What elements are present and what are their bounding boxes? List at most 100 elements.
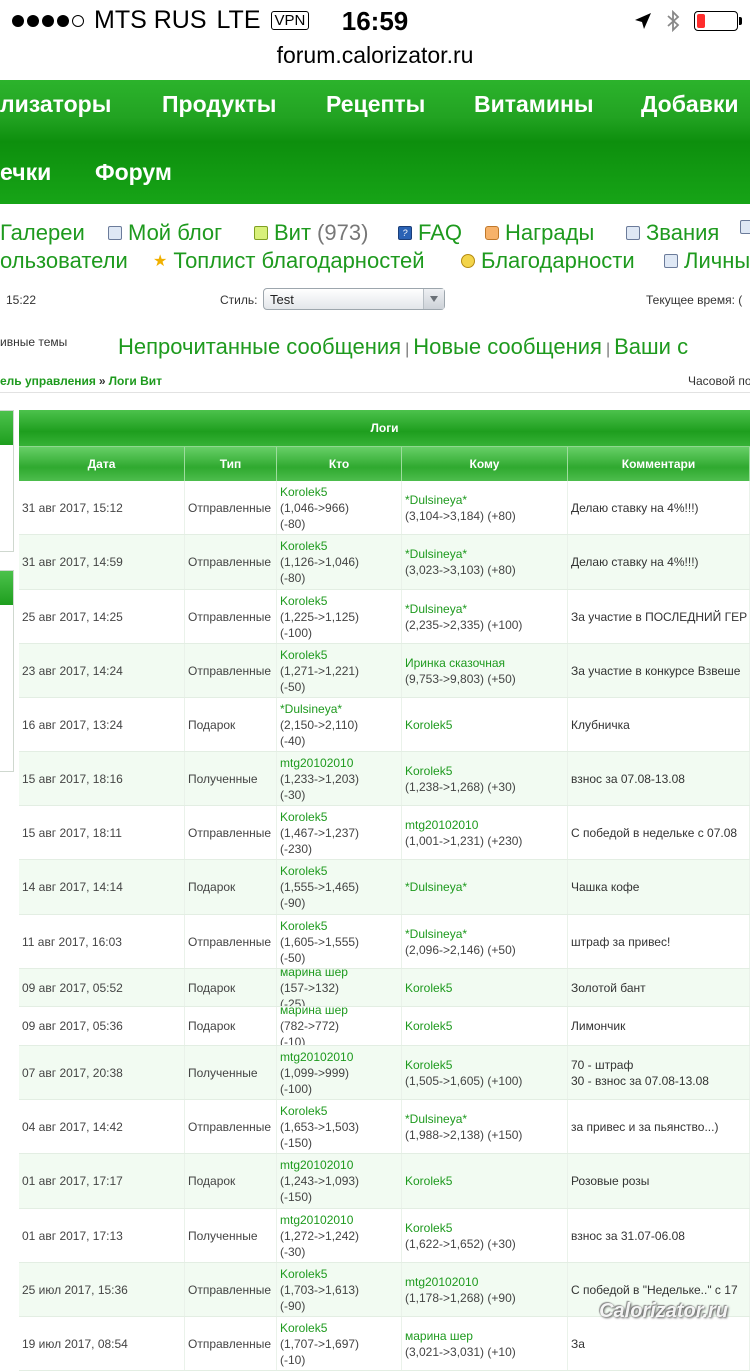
main-nav: лизаторы Продукты Рецепты Витамины Добав… (0, 80, 750, 204)
from-user-link[interactable]: Korolek5 (280, 809, 398, 825)
from-user-link[interactable]: Korolek5 (280, 863, 398, 879)
to-user-link[interactable]: *Dulsineya* (405, 879, 564, 895)
header-type[interactable]: Тип (185, 447, 277, 481)
to-user-link[interactable]: Korolek5 (405, 763, 564, 779)
from-user-link[interactable]: mtg20102010 (280, 1049, 398, 1065)
unread-posts-link[interactable]: Непрочитанные сообщения (118, 334, 401, 359)
nav-item-products[interactable]: Продукты (162, 91, 276, 118)
comment-text: За (571, 1336, 585, 1351)
to-user-link[interactable]: *Dulsineya* (405, 926, 564, 942)
breadcrumb-control-panel[interactable]: ель управления (0, 374, 96, 388)
cell-to: *Dulsineya* (2,096->2,146) (+50) (402, 915, 568, 968)
link-vit[interactable]: Вит (973) (254, 220, 368, 246)
from-user-link[interactable]: Korolek5 (280, 538, 398, 554)
from-user-link[interactable]: mtg20102010 (280, 755, 398, 771)
link-label: Звания (646, 220, 720, 245)
header-date[interactable]: Дата (19, 447, 185, 481)
nav-item-forum[interactable]: Форум (95, 159, 172, 186)
table-row: 04 авг 2017, 14:42 Отправленные Korolek5 (1… (19, 1100, 750, 1154)
link-toplist[interactable]: ★ Топлист благодарностей (153, 248, 425, 274)
header-comment[interactable]: Комментари (568, 447, 750, 481)
breadcrumb-vit-logs[interactable]: Логи Вит (109, 374, 162, 388)
from-user-link[interactable]: марина шер (280, 1007, 398, 1018)
header-to[interactable]: Кому (402, 447, 568, 481)
link-label: Мой блог (128, 220, 223, 245)
to-delta: (9,753->9,803) (+50) (405, 671, 516, 686)
cell-comment: взнос за 31.07-06.08 (568, 1209, 750, 1262)
to-user-link[interactable]: *Dulsineya* (405, 601, 564, 617)
ranks-icon (626, 226, 640, 240)
from-delta: (1,272->1,242) (-30) (280, 1228, 360, 1259)
to-user-link[interactable]: Korolek5 (405, 1220, 564, 1236)
to-user-link[interactable]: mtg20102010 (405, 817, 564, 833)
link-personal[interactable]: Личны (664, 248, 750, 274)
type-text: Полученные (188, 1065, 258, 1080)
to-user-link[interactable]: Korolek5 (405, 1173, 564, 1189)
link-thanks[interactable]: Благодарности (461, 248, 635, 274)
cell-comment: Делаю ставку на 4%!!!) (568, 535, 750, 589)
nav-item-vitamins[interactable]: Витамины (474, 91, 594, 118)
faq-icon: ? (398, 226, 412, 240)
active-topics-link[interactable]: ивные темы (0, 335, 67, 349)
to-user-link[interactable]: *Dulsineya* (405, 546, 564, 562)
your-posts-link[interactable]: Ваши с (614, 334, 688, 359)
nav-item-calorizators[interactable]: лизаторы (0, 91, 111, 118)
header-from[interactable]: Кто (277, 447, 402, 481)
personal-icon (664, 254, 678, 268)
from-user-link[interactable]: *Dulsineya* (280, 701, 398, 717)
to-user-link[interactable]: Korolek5 (405, 1057, 564, 1073)
nav-item-pills[interactable]: ечки (0, 159, 51, 186)
from-user-link[interactable]: mtg20102010 (280, 1212, 398, 1228)
cell-to: *Dulsineya* (1,988->2,138) (+150) (402, 1100, 568, 1153)
logs-table: Логи Дата Тип Кто Кому Комментари 31 авг… (19, 410, 750, 1371)
cell-to: Korolek5 (1,238->1,268) (+30) (402, 752, 568, 805)
from-delta: (1,467->1,237) (-230) (280, 825, 360, 856)
cell-type: Полученные (185, 1046, 277, 1099)
to-user-link[interactable]: *Dulsineya* (405, 492, 564, 508)
timezone-label: Часовой по (688, 374, 750, 388)
from-user-link[interactable]: Korolek5 (280, 1266, 398, 1282)
from-user-link[interactable]: Korolek5 (280, 484, 398, 500)
link-ranks[interactable]: Звания (626, 220, 719, 246)
link-my-blog[interactable]: Мой блог (108, 220, 222, 246)
new-posts-link[interactable]: Новые сообщения (413, 334, 602, 359)
to-delta: (1,988->2,138) (+150) (405, 1127, 523, 1142)
cell-date: 01 авг 2017, 17:17 (19, 1154, 185, 1208)
to-user-link[interactable]: mtg20102010 (405, 1274, 564, 1290)
from-user-link[interactable]: Korolek5 (280, 593, 398, 609)
from-user-link[interactable]: Korolek5 (280, 1320, 398, 1336)
from-delta: (1,243->1,093) (-150) (280, 1174, 360, 1204)
cell-type: Отправленные (185, 535, 277, 589)
from-user-link[interactable]: mtg20102010 (280, 1157, 398, 1173)
style-select[interactable]: Test (263, 288, 445, 310)
link-awards[interactable]: Награды (485, 220, 594, 246)
to-user-link[interactable]: *Dulsineya* (405, 1111, 564, 1127)
divider (0, 392, 750, 393)
comment-text: взнос за 31.07-06.08 (571, 1228, 685, 1243)
quick-links: Непрочитанные сообщения | Новые сообщения |… (118, 334, 689, 359)
cell-type: Отправленные (185, 590, 277, 643)
table-body: 31 авг 2017, 15:12 Отправленные Korolek5 (1… (19, 481, 750, 1371)
to-user-link[interactable]: марина шер (405, 1328, 564, 1344)
to-user-link[interactable]: Korolek5 (405, 1018, 564, 1034)
link-search[interactable] (740, 220, 750, 234)
from-user-link[interactable]: Korolek5 (280, 647, 398, 663)
link-faq[interactable]: ? FAQ (398, 220, 462, 246)
link-galleries[interactable]: Галереи (0, 220, 85, 246)
type-text: Подарок (188, 980, 236, 995)
nav-item-recipes[interactable]: Рецепты (326, 91, 425, 118)
from-user-link[interactable]: Korolek5 (280, 1103, 398, 1119)
from-user-link[interactable]: Korolek5 (280, 918, 398, 934)
to-user-link[interactable]: Korolek5 (405, 717, 564, 733)
nav-item-supplements[interactable]: Добавки (641, 91, 739, 118)
from-user-link[interactable]: марина шер (280, 969, 398, 980)
cell-comment: Клубничка (568, 698, 750, 751)
date-text: 09 авг 2017, 05:36 (22, 1019, 123, 1033)
link-users[interactable]: ользователи (0, 248, 128, 274)
to-delta: (2,096->2,146) (+50) (405, 942, 516, 957)
to-user-link[interactable]: Иринка сказочная (405, 655, 564, 671)
to-user-link[interactable]: Korolek5 (405, 980, 564, 996)
browser-url[interactable]: forum.calorizator.ru (0, 42, 750, 78)
vit-icon (254, 226, 268, 240)
cell-to: Korolek5 (402, 698, 568, 751)
